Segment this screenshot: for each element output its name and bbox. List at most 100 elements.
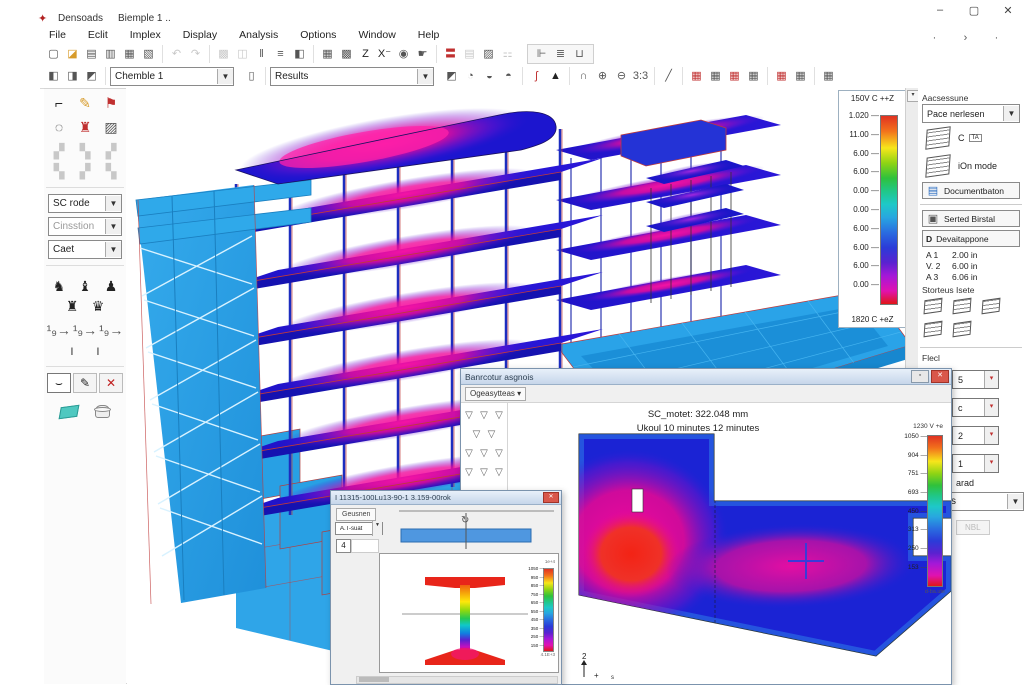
result-table-icon[interactable]: ▦ [707, 68, 724, 84]
chevron-down-icon[interactable]: ▼ [105, 219, 121, 234]
menu-item[interactable]: Help [409, 28, 449, 44]
group-icon[interactable]: ♜ [60, 296, 84, 316]
win2-combobox[interactable]: A.T-suat ▼ [335, 522, 383, 535]
section-down-icon[interactable]: ◒ [481, 68, 498, 84]
group-icon[interactable]: ♛ [86, 296, 110, 316]
report-table-icon[interactable]: ▦ [792, 68, 809, 84]
pen-tool-icon[interactable]: ✎ [73, 93, 97, 113]
nav-dot-icon[interactable]: · [988, 30, 1005, 46]
spinner-dropdown-icon[interactable]: ▾ [984, 399, 998, 416]
open-folder-icon[interactable]: ◪ [64, 46, 81, 62]
clamp-tool-icon[interactable]: ⌐ [47, 93, 71, 113]
print-icon[interactable]: ▥ [102, 46, 119, 62]
spinner-dropdown-icon[interactable]: ▾ [984, 455, 998, 472]
eraser-icon[interactable] [59, 405, 80, 419]
result-table-icon[interactable]: ▦ [688, 68, 705, 84]
zoom-in-icon[interactable]: ⊕ [594, 68, 611, 84]
win1-canvas[interactable]: SC_motet: 322.048 mm Ukoul 10 minutes 12… [508, 403, 951, 684]
import-icon[interactable]: ▤ [83, 46, 100, 62]
trash-bin-icon[interactable] [95, 405, 110, 418]
render-mode-icon[interactable]: ◩ [443, 68, 460, 84]
chevron-down-icon[interactable]: ▼ [1007, 494, 1023, 509]
group-icon[interactable]: ♞ [47, 276, 71, 296]
new-file-icon[interactable]: ▢ [45, 46, 62, 62]
pencil-tool-button[interactable]: ✎ [73, 373, 97, 393]
model-cube-icon[interactable] [925, 126, 950, 150]
member-icon[interactable]: ◉ [395, 46, 412, 62]
cross-section-window[interactable]: I 11315-100Lu13-90-1 3.159-00rok ✕ Geusn… [330, 490, 562, 685]
result-table-icon[interactable]: ▦ [745, 68, 762, 84]
pace-combobox[interactable]: Pace nerlesen ▼ [922, 104, 1020, 123]
win1-titlebar[interactable]: Banrcotur asgnois ▫ ✕ [461, 369, 951, 385]
cut-icon[interactable]: ▩ [215, 46, 232, 62]
win2-titlebar[interactable]: I 11315-100Lu13-90-1 3.159-00rok ✕ [331, 491, 561, 505]
group-icon[interactable]: ♝ [73, 276, 97, 296]
nbl-button[interactable]: NBL [956, 520, 990, 535]
spinner-4[interactable]: 1 ▾ [952, 454, 999, 473]
chevron-down-icon[interactable]: ▼ [372, 521, 382, 536]
storey-cube-icon[interactable] [953, 321, 972, 338]
pause-icon[interactable]: ‖ [253, 46, 270, 62]
result-table-icon[interactable]: ▦ [726, 68, 743, 84]
copy-sheet-icon[interactable]: ▤ [461, 46, 478, 62]
save-icon[interactable]: ▦ [121, 46, 138, 62]
summary-table-icon[interactable]: ▦ [820, 68, 837, 84]
report-table-icon[interactable]: ▦ [773, 68, 790, 84]
list-view-icon[interactable]: ≣ [552, 46, 569, 62]
storey-cube-icon[interactable] [924, 298, 943, 315]
chevron-down-icon[interactable]: ▼ [1003, 106, 1019, 121]
plumb-icon[interactable]: ▲ [547, 68, 564, 84]
calculator-icon[interactable]: ▩ [338, 46, 355, 62]
layers-icon[interactable]: ⚏ [499, 46, 516, 62]
tool-icon[interactable]: ▞ [73, 161, 97, 181]
red-lines-icon[interactable]: 〓 [442, 46, 459, 62]
scale-ratio-icon[interactable]: 3:3 [632, 68, 649, 84]
chevron-down-icon[interactable]: ▼ [105, 196, 121, 211]
chevron-down-icon[interactable]: ▼ [105, 242, 121, 257]
minimize-button[interactable]: – [932, 4, 948, 17]
tool-icon[interactable]: ▚ [73, 141, 97, 161]
win1-minimize-button[interactable]: ▫ [911, 370, 929, 383]
menu-item[interactable]: Options [291, 28, 345, 44]
curve-tool-button[interactable]: ⌣ [47, 373, 71, 393]
menu-item[interactable]: Implex [121, 28, 170, 44]
select-hand-icon[interactable]: ☛ [414, 46, 431, 62]
filter-cone-icon[interactable]: ▽ [493, 466, 506, 479]
frame-tool-icon[interactable]: ♜ [73, 117, 97, 137]
flow-step-icon[interactable]: ¹₉→ [47, 320, 71, 340]
maximize-button[interactable]: ▢ [966, 4, 982, 17]
cinsstion-combobox[interactable]: Cinsstion ▼ [48, 217, 122, 236]
hatch-tool-icon[interactable]: ▨ [99, 117, 123, 137]
marker-icon[interactable]: ı [60, 340, 84, 360]
filter-cone-icon[interactable]: ▽ [470, 428, 483, 441]
tray-icon[interactable]: ⊔ [571, 46, 588, 62]
filter-x-icon[interactable]: X⁻ [376, 46, 393, 62]
menu-item[interactable]: Eclit [79, 28, 117, 44]
filter-cone-icon[interactable]: ▽ [463, 466, 476, 479]
levels-icon[interactable]: ≡ [272, 46, 289, 62]
spinner-1[interactable]: 5 ▾ [952, 370, 999, 389]
table-icon[interactable]: ▦ [319, 46, 336, 62]
sc-node-combobox[interactable]: SC rode ▼ [48, 194, 122, 213]
filter-cone-icon[interactable]: ▽ [493, 409, 506, 422]
caet-combobox[interactable]: Caet ▼ [48, 240, 122, 259]
view-split-right-icon[interactable]: ◨ [64, 68, 81, 84]
ion-cube-icon[interactable] [925, 154, 950, 178]
copy-icon[interactable]: ◧ [291, 46, 308, 62]
serted-button[interactable]: ▣ Serted Birstal [922, 210, 1020, 227]
filter-cone-icon[interactable]: ▽ [478, 447, 491, 460]
view-split-left-icon[interactable]: ◧ [45, 68, 62, 84]
view-corner-icon[interactable]: ◩ [83, 68, 100, 84]
tool-icon[interactable]: ▚ [99, 161, 123, 181]
chart-icon[interactable]: ▨ [480, 46, 497, 62]
flow-step-icon[interactable]: ¹₉→ [73, 320, 97, 340]
win1-options-button[interactable]: Ogeasytteas ▾ [465, 387, 526, 401]
redo-icon[interactable]: ↷ [187, 46, 204, 62]
lasso-tool-icon[interactable]: ◌ [47, 117, 71, 137]
filter-cone-icon[interactable]: ▽ [478, 466, 491, 479]
spinner-3[interactable]: 2 ▾ [952, 426, 999, 445]
marker-icon[interactable]: ı [86, 340, 110, 360]
storey-cube-icon[interactable] [953, 298, 972, 315]
menu-item[interactable]: Window [349, 28, 404, 44]
chevron-down-icon[interactable]: ▼ [217, 69, 233, 84]
